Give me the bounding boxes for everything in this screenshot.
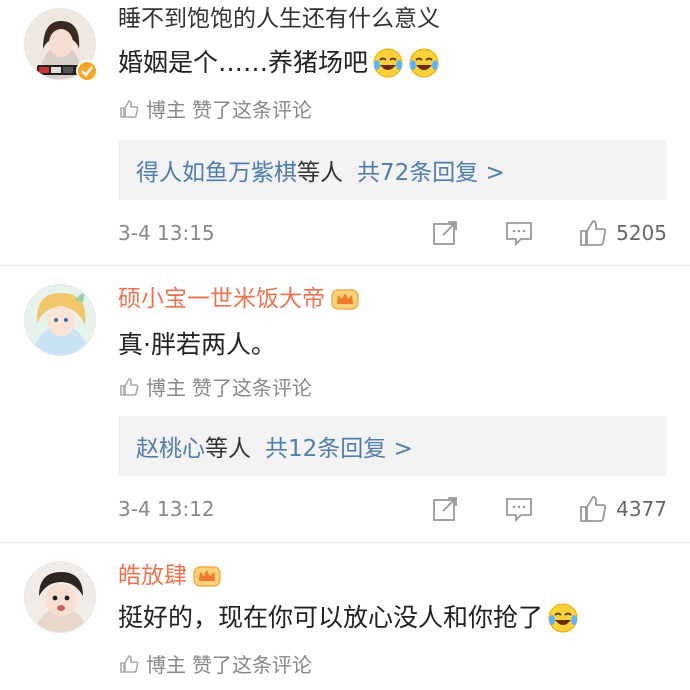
liked-by-label: 博主 [146, 98, 186, 122]
comment-text: 真·胖若两人。 [118, 328, 276, 362]
liked-text-label: 赞了这条评论 [192, 653, 312, 677]
comment-meta-row: 3-4 13:15 5205 [118, 216, 667, 250]
liked-by-label: 博主 [146, 653, 186, 677]
thumbs-up-outline-icon [120, 377, 139, 396]
comment-text: 挺好的，现在你可以放心没人和你抢了 [118, 601, 579, 635]
reply-summary-box[interactable]: 赵桃心 等人 共12条回复 > [118, 416, 667, 476]
comment-meta-row: 3-4 13:12 4377 [118, 492, 667, 526]
comment-item: 皓放肆 挺好的，现在你可以放心没人和你抢了 博主 赞了这条评论 [0, 543, 690, 690]
like-count: 4377 [616, 497, 667, 521]
blogger-liked-row: 博主 赞了这条评论 [118, 649, 312, 678]
reply-summary-box[interactable]: 得人如鱼万紫棋 等人 共72条回复 > [118, 140, 667, 200]
avatar[interactable] [24, 561, 96, 633]
comment-username[interactable]: 皓放肆 [118, 561, 187, 591]
comment-time: 3-4 13:12 [118, 497, 215, 521]
share-icon[interactable] [430, 218, 460, 248]
liked-by-label: 博主 [146, 376, 186, 400]
blogger-liked-row: 博主 赞了这条评论 [118, 94, 312, 123]
avatar-image [25, 562, 95, 632]
comment-username[interactable]: 睡不到饱饱的人生还有什么意义 [118, 4, 440, 34]
comment-item: 睡不到饱饱的人生还有什么意义 婚姻是个……养猪场吧 博主 赞了这条评论 得人如鱼… [0, 0, 690, 262]
comment-actions: 5205 [430, 216, 667, 250]
reply-names[interactable]: 得人如鱼万紫棋 [136, 153, 297, 187]
laugh-cry-emoji-icon [409, 48, 439, 78]
comment-item: 硕小宝一世米饭大帝 真·胖若两人。 博主 赞了这条评论 赵桃心 等人 共12条回… [0, 266, 690, 540]
reply-etc: 等人 [297, 160, 343, 186]
vip-crown-icon [331, 289, 359, 310]
avatar[interactable] [24, 284, 96, 356]
reply-count-link[interactable]: 共72条回复 > [357, 153, 505, 187]
like-count: 5205 [616, 221, 667, 245]
reply-names[interactable]: 赵桃心 [136, 429, 205, 463]
comment-username-row: 硕小宝一世米饭大帝 [118, 284, 359, 314]
reply-etc: 等人 [205, 436, 251, 462]
like-icon[interactable] [578, 494, 608, 524]
reply-count-link[interactable]: 共12条回复 > [265, 429, 413, 463]
share-icon[interactable] [430, 494, 460, 524]
comment-icon[interactable] [504, 494, 534, 524]
like-icon[interactable] [578, 218, 608, 248]
comment-text-body: 婚姻是个……养猪场吧 [118, 48, 369, 77]
vip-crown-icon [193, 566, 221, 587]
blogger-liked-row: 博主 赞了这条评论 [118, 372, 312, 401]
liked-text-label: 赞了这条评论 [192, 376, 312, 400]
comment-actions: 4377 [430, 492, 667, 526]
comment-text: 婚姻是个……养猪场吧 [118, 46, 440, 80]
comment-icon[interactable] [504, 218, 534, 248]
laugh-cry-emoji-icon [548, 603, 578, 633]
verified-badge-icon [76, 60, 98, 82]
thumbs-up-outline-icon [120, 99, 139, 118]
comment-text-body: 挺好的，现在你可以放心没人和你抢了 [118, 603, 544, 632]
avatar-image [25, 285, 95, 355]
comment-text-body: 真·胖若两人。 [118, 330, 276, 359]
thumbs-up-outline-icon [120, 654, 139, 673]
comment-username-row: 皓放肆 [118, 561, 221, 591]
comment-time: 3-4 13:15 [118, 221, 215, 245]
laugh-cry-emoji-icon [373, 48, 403, 78]
comment-username[interactable]: 硕小宝一世米饭大帝 [118, 284, 325, 314]
liked-text-label: 赞了这条评论 [192, 98, 312, 122]
